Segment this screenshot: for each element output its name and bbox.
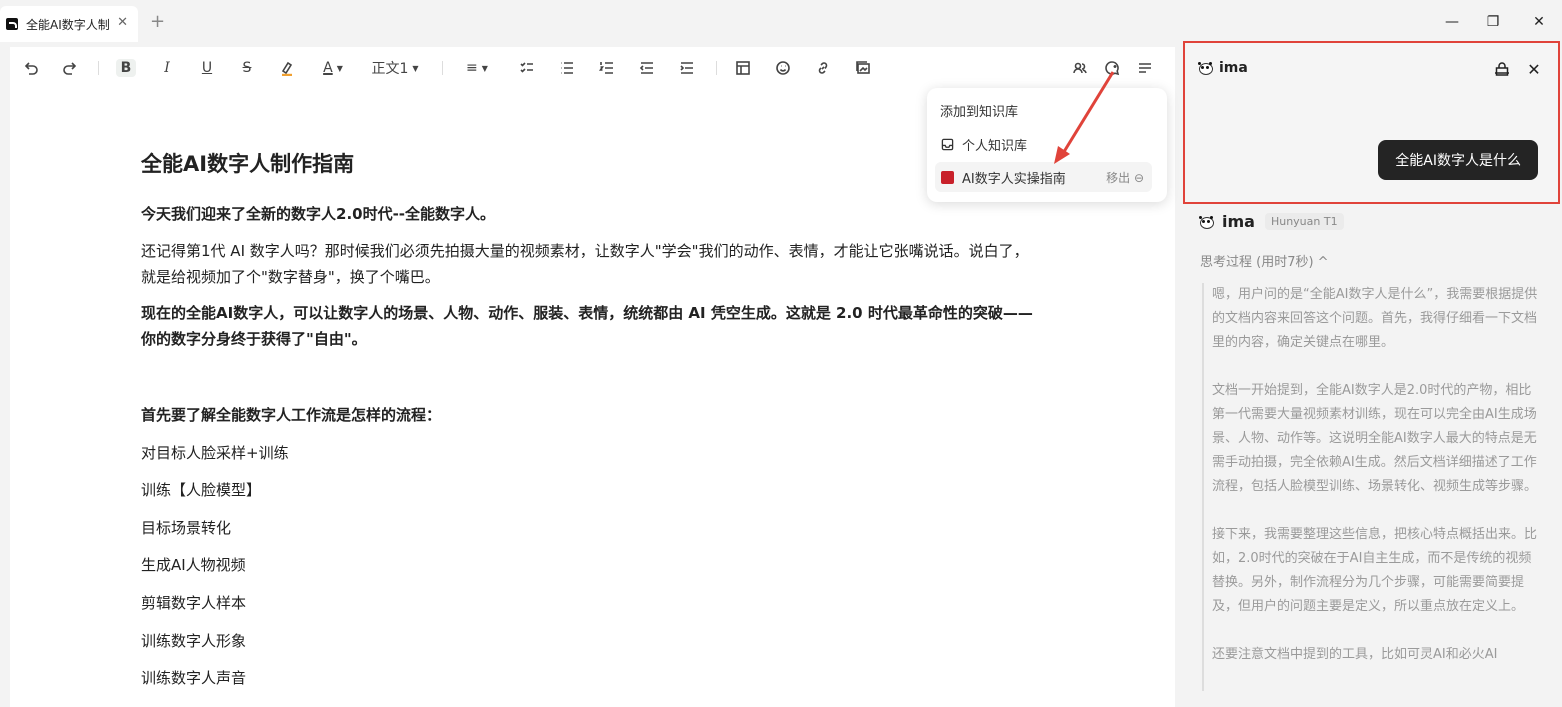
thinking-paragraph: 还要注意文档中提到的工具，比如可灵AI和必火AI (1212, 647, 1498, 662)
strikethrough-icon[interactable]: S (238, 59, 256, 77)
ai-assistant-icon[interactable] (1103, 59, 1121, 77)
table-icon[interactable] (734, 59, 752, 77)
thinking-content: 嗯，用户问的是“全能AI数字人是什么”，我需要根据提供的文档内容来回答这个问题。… (1202, 283, 1542, 691)
numbered-list-icon[interactable] (598, 59, 616, 77)
add-to-knowledge-base-popup: 添加到知识库 个人知识库 AI数字人实操指南 移出 ⊖ (927, 88, 1167, 202)
emoji-icon[interactable] (774, 59, 792, 77)
app-logo-icon (6, 18, 18, 30)
outdent-icon[interactable] (638, 59, 656, 77)
model-badge: Hunyuan T1 (1264, 213, 1344, 230)
thinking-paragraph: 接下来，我需要整理这些信息，把核心特点概括出来。比如，2.0时代的突破在于AI自… (1212, 527, 1538, 614)
ima-reply-header: ima Hunyuan T1 (1198, 212, 1344, 231)
paragraph: 首先要了解全能数字人工作流是怎样的流程： (141, 406, 442, 424)
paragraph-style-value: 正文1 (371, 61, 409, 77)
list-item: 训练数字人声音 (141, 669, 247, 687)
ima-panda-icon (1198, 215, 1214, 229)
toolbar-divider (442, 61, 443, 75)
checklist-icon[interactable] (518, 59, 536, 77)
outline-icon[interactable] (1136, 59, 1154, 77)
link-icon[interactable] (814, 59, 832, 77)
list-item: 对目标人脸采样+训练 (141, 444, 289, 462)
tab-close-icon[interactable]: ✕ (117, 15, 128, 30)
paragraph: 现在的全能AI数字人，可以让数字人的场景、人物、动作、服装、表情，统统都由 AI… (141, 304, 1033, 348)
reply-name: ima (1222, 212, 1255, 231)
list-item: 训练数字人形象 (141, 632, 247, 650)
underline-icon[interactable]: U (198, 59, 216, 77)
paragraph-style-select[interactable]: 正文1 ▼ (368, 59, 422, 77)
collaborators-icon[interactable] (1071, 59, 1089, 77)
minimize-button[interactable]: — (1444, 14, 1460, 30)
paragraph: 今天我们迎来了全新的数字人2.0时代--全能数字人。 (141, 205, 496, 223)
lock-icon[interactable] (1493, 61, 1511, 79)
align-icon[interactable]: ≡ ▼ (462, 59, 492, 77)
remove-label: 移出 (1106, 170, 1131, 185)
indent-icon[interactable] (678, 59, 696, 77)
format-toolbar: B I U S A ▼ 正文1 ▼ ≡ ▼ (10, 47, 1175, 89)
new-tab-button[interactable]: + (150, 12, 165, 32)
title-bar: 全能AI数字人制作指南 ✕ + — ❐ ✕ (0, 0, 1562, 47)
remove-button[interactable]: 移出 ⊖ (1106, 169, 1144, 186)
document-title: 全能AI数字人制作指南 (141, 152, 355, 176)
close-panel-icon[interactable]: ✕ (1525, 61, 1543, 79)
bold-icon[interactable]: B (116, 59, 136, 77)
list-item: 生成AI人物视频 (141, 556, 246, 574)
popup-title: 添加到知识库 (940, 105, 1019, 120)
thinking-paragraph: 文档一开始提到，全能AI数字人是2.0时代的产物，相比第一代需要大量视频素材训练… (1212, 383, 1538, 494)
list-item: 剪辑数字人样本 (141, 594, 247, 612)
list-item: 训练【人脸模型】 (141, 481, 262, 499)
list-item: 目标场景转化 (141, 519, 232, 537)
kb-item-personal[interactable]: 个人知识库 (935, 129, 1152, 159)
kb-book-icon (941, 170, 954, 184)
bullet-list-icon[interactable] (558, 59, 576, 77)
tab-title: 全能AI数字人制作指南 (26, 17, 110, 32)
user-query-bubble[interactable]: 全能AI数字人是什么 (1378, 140, 1538, 180)
close-window-button[interactable]: ✕ (1531, 14, 1547, 30)
document-tab[interactable]: 全能AI数字人制作指南 ✕ (0, 6, 138, 42)
ima-chat-highlight: ima ✕ 全能AI数字人是什么 (1183, 41, 1560, 204)
toolbar-divider (98, 61, 99, 75)
maximize-button[interactable]: ❐ (1485, 14, 1501, 30)
redo-icon[interactable] (61, 59, 79, 77)
highlight-icon[interactable] (278, 59, 296, 77)
kb-item-ai-guide[interactable]: AI数字人实操指南 移出 ⊖ (935, 162, 1152, 192)
ima-panda-icon (1197, 61, 1213, 75)
thinking-paragraph: 嗯，用户问的是“全能AI数字人是什么”，我需要根据提供的文档内容来回答这个问题。… (1212, 287, 1538, 350)
image-icon[interactable] (854, 59, 872, 77)
undo-icon[interactable] (22, 59, 40, 77)
kb-item-label: AI数字人实操指南 (962, 171, 1066, 187)
font-color-icon[interactable]: A ▼ (318, 59, 348, 77)
paragraph: 还记得第1代 AI 数字人吗？那时候我们必须先拍摄大量的视频素材，让数字人"学会… (141, 242, 1029, 286)
minus-circle-icon: ⊖ (1133, 170, 1144, 185)
thinking-toggle[interactable]: 思考过程 (用时7秒) ^ (1200, 251, 1329, 270)
kb-item-label: 个人知识库 (962, 138, 1028, 154)
ima-header: ima (1197, 60, 1248, 76)
knowledge-base-icon (941, 138, 954, 150)
toolbar-divider (716, 61, 717, 75)
italic-icon[interactable]: I (158, 59, 176, 77)
ima-name: ima (1219, 60, 1248, 76)
